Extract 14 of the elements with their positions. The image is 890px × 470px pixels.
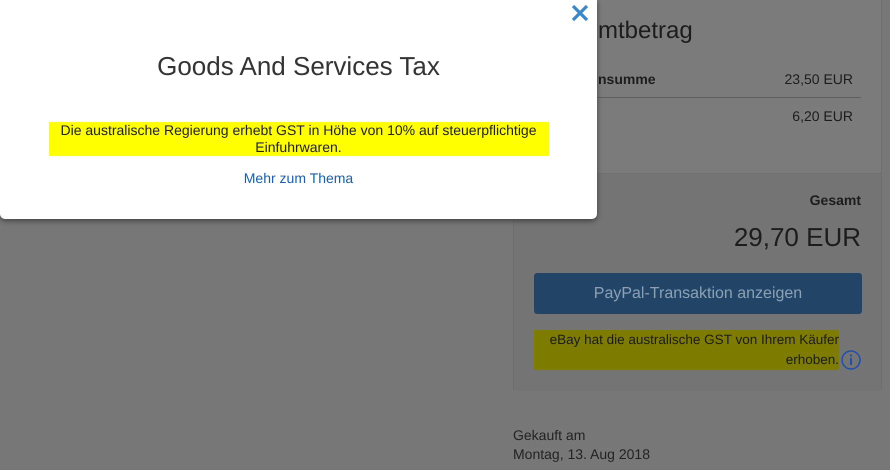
card-heading: mtbetrag [598, 17, 694, 46]
dialog-title: Goods And Services Tax [156, 51, 441, 82]
purchase-label: Gekauft am [513, 426, 586, 445]
total-amount: 29,70 EUR [732, 222, 861, 253]
more-link[interactable]: Mehr zum Thema [244, 170, 354, 186]
row-label: nsumme [598, 71, 656, 87]
close-icon[interactable] [571, 4, 589, 22]
paypal-button[interactable]: PayPal-Transaktion anzeigen [534, 273, 862, 314]
row-value: 23,50 EUR [784, 71, 854, 87]
purchase-date: Montag, 13. Aug 2018 [513, 445, 650, 464]
dialog-text: Die australische Regierung erhebt GST in Höhe von 10% auf steuerpflichtige Einfuhrwaren. [48, 122, 548, 156]
gst-note: eBay hat die australische GST von Ihrem Käufer erhoben. [534, 330, 839, 370]
row-value: 6,20 EUR [792, 108, 854, 124]
total-label: Gesamt [808, 192, 861, 208]
